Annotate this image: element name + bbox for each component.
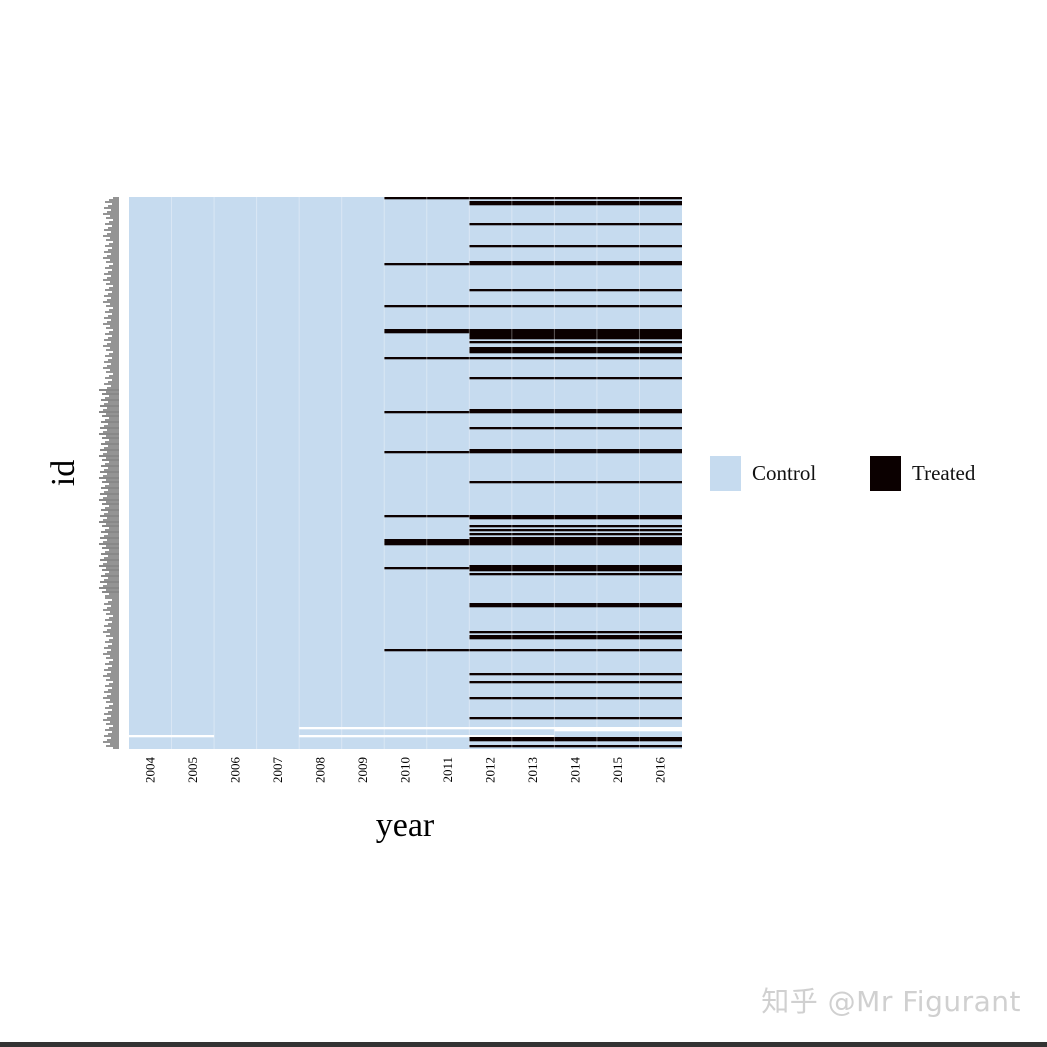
treated-cell — [469, 203, 682, 206]
treated-cell — [384, 357, 682, 360]
treated-cell — [469, 341, 682, 344]
treated-cell — [469, 335, 682, 338]
treated-cell — [384, 515, 682, 518]
treated-cell — [469, 737, 682, 740]
treated-cell — [469, 635, 682, 638]
treated-cell — [469, 333, 682, 336]
treated-cell — [384, 539, 682, 542]
treated-cell — [469, 377, 682, 380]
treated-cell — [384, 329, 682, 332]
treated-cell — [469, 533, 682, 536]
y-axis-ticks — [99, 197, 119, 749]
treated-cell — [469, 349, 682, 352]
treated-cell — [469, 201, 682, 204]
legend-item-treated: Treated — [870, 456, 975, 491]
treated-cell — [469, 603, 682, 606]
legend-label-treated: Treated — [912, 461, 976, 485]
treatment-status-heatmap: 2004 2005 2006 2007 2008 2009 2010 2011 2012 2013… — [45, 197, 682, 844]
treated-swatch — [870, 456, 901, 491]
treated-cell — [469, 481, 682, 484]
y-axis-label: id — [45, 460, 82, 486]
treated-cell — [469, 261, 682, 264]
bottom-bar — [0, 1042, 1047, 1047]
missing-cell — [554, 729, 682, 732]
treated-cell — [384, 567, 682, 570]
treated-cell — [469, 245, 682, 248]
x-tick-label: 2010 — [398, 757, 413, 783]
treated-cell — [384, 451, 682, 454]
x-tick-label: 2006 — [227, 757, 242, 784]
treated-cell — [384, 411, 682, 414]
x-tick-label: 2012 — [483, 757, 498, 783]
x-tick-label: 2009 — [355, 757, 370, 783]
treated-cell — [469, 517, 682, 520]
legend-label-control: Control — [752, 461, 817, 485]
treated-cell — [469, 409, 682, 412]
treated-cell — [469, 745, 682, 748]
treated-cell — [384, 263, 682, 266]
treated-cell — [469, 605, 682, 608]
treated-cell — [384, 197, 682, 200]
treated-cell — [469, 681, 682, 684]
x-tick-label: 2011 — [440, 757, 455, 783]
treated-cell — [469, 449, 682, 452]
legend-item-control: Control — [710, 456, 816, 491]
treated-cell — [469, 717, 682, 720]
treated-cell — [469, 347, 682, 350]
x-tick-label: 2014 — [568, 757, 583, 784]
treated-cell — [469, 537, 682, 540]
treated-cell — [469, 337, 682, 340]
plot-background — [129, 197, 682, 749]
treated-cell — [384, 305, 682, 308]
x-tick-label: 2004 — [142, 757, 157, 784]
treated-cell — [469, 223, 682, 226]
treated-cell — [469, 569, 682, 572]
treated-cell — [469, 351, 682, 354]
treated-cell — [469, 529, 682, 532]
treated-cell — [469, 573, 682, 576]
treated-cell — [469, 739, 682, 742]
x-axis-ticks: 2004 2005 2006 2007 2008 2009 2010 2011 2012 2013… — [142, 757, 667, 784]
treated-cell — [384, 331, 682, 334]
x-tick-label: 2007 — [270, 757, 285, 784]
treated-cell — [469, 565, 682, 568]
treated-cell — [384, 649, 682, 652]
treated-cell — [469, 631, 682, 634]
control-swatch — [710, 456, 741, 491]
x-tick-label: 2005 — [185, 757, 200, 783]
missing-cell — [299, 727, 682, 730]
x-axis-label: year — [376, 807, 435, 844]
treated-cell — [469, 289, 682, 292]
x-tick-label: 2015 — [610, 757, 625, 783]
treated-cell — [469, 427, 682, 430]
treated-cell — [469, 637, 682, 640]
treated-cell — [469, 525, 682, 528]
x-tick-label: 2016 — [653, 757, 668, 784]
treated-cell — [469, 673, 682, 676]
x-tick-label: 2013 — [525, 757, 540, 783]
treated-cell — [384, 543, 682, 546]
treated-cell — [384, 541, 682, 544]
watermark: 知乎 @Mr Figurant — [761, 985, 1021, 1018]
treated-cell — [469, 697, 682, 700]
x-tick-label: 2008 — [312, 757, 327, 783]
heatmap-cells — [129, 197, 682, 749]
